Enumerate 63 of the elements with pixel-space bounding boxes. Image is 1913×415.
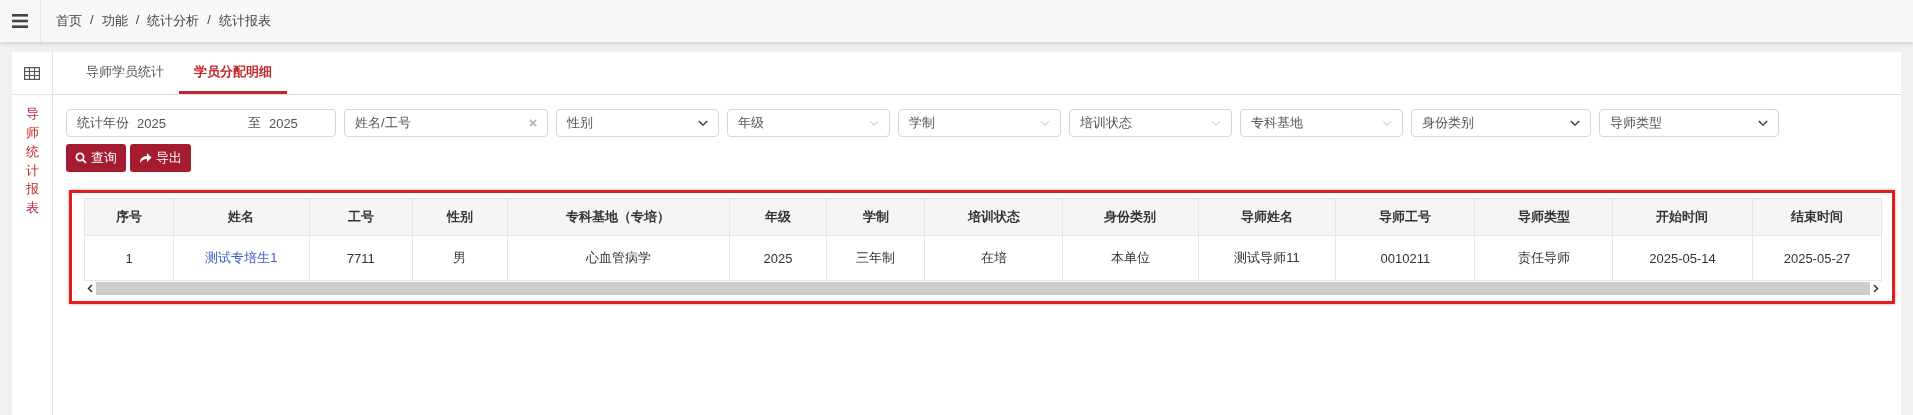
tab[interactable]: 学员分配明细 (179, 52, 287, 94)
column-header: 年级 (729, 198, 827, 236)
export-button[interactable]: 导出 (130, 144, 191, 172)
table-cell: 本单位 (1062, 235, 1199, 281)
table-cell: 0010211 (1335, 235, 1475, 281)
tab[interactable]: 导师学员统计 (71, 52, 179, 94)
column-header: 工号 (309, 198, 413, 236)
select-field[interactable]: 身份类别 (1411, 109, 1591, 137)
breadcrumb-item[interactable]: 功能 (101, 12, 128, 30)
breadcrumb-item[interactable]: 首页 (56, 12, 82, 30)
table-cell: 2025-05-27 (1752, 235, 1882, 281)
chevron-icon (1758, 119, 1768, 127)
chevron-icon (869, 119, 879, 127)
search-button[interactable]: 查询 (66, 144, 126, 172)
table-cell: 男 (412, 235, 508, 281)
scroll-left-icon[interactable] (87, 284, 93, 293)
breadcrumb-item[interactable]: 统计报表 (218, 12, 271, 30)
dropdown-field[interactable]: 培训状态 (1069, 109, 1232, 137)
table-cell: 测试导师11 (1198, 235, 1336, 281)
dropdown-field[interactable]: 年级 (727, 109, 890, 137)
chevron-icon (1382, 119, 1392, 127)
search-field[interactable]: 姓名/工号 (344, 109, 548, 137)
column-header: 培训状态 (924, 198, 1063, 236)
breadcrumb-separator: / (135, 12, 140, 29)
breadcrumb-separator: / (207, 12, 211, 29)
chevron-icon (1211, 119, 1221, 127)
horizontal-scrollbar[interactable] (96, 282, 1870, 295)
table-cell: 心血管病学 (507, 235, 730, 281)
breadcrumb-separator: / (90, 12, 94, 29)
search-icon (75, 152, 87, 164)
sidebar-title: 导师统计报表 (25, 105, 39, 218)
scroll-right-icon[interactable] (1873, 284, 1879, 293)
breadcrumb-item[interactable]: 统计分析 (147, 12, 200, 30)
column-header: 序号 (84, 198, 174, 236)
table-icon[interactable] (24, 66, 40, 80)
chevron-icon (1570, 119, 1580, 127)
column-header: 导师类型 (1474, 198, 1613, 236)
table-cell: 2025 (729, 235, 827, 281)
column-header: 开始时间 (1612, 198, 1753, 236)
column-header: 导师工号 (1335, 198, 1475, 236)
table-cell: 三年制 (826, 235, 925, 281)
chevron-icon (698, 119, 708, 127)
year-range-field[interactable]: 统计年份 2025 至 2025 (66, 109, 336, 137)
select-field[interactable]: 性别 (556, 109, 719, 137)
column-header: 学制 (826, 198, 925, 236)
column-header: 导师姓名 (1198, 198, 1336, 236)
student-name-link[interactable]: 测试专培生1 (205, 250, 278, 265)
table-cell: 7711 (309, 235, 413, 281)
dropdown-field[interactable]: 学制 (898, 109, 1061, 137)
column-header: 结束时间 (1752, 198, 1882, 236)
column-header: 专科基地（专培） (507, 198, 730, 236)
share-arrow-icon (139, 152, 152, 164)
column-header: 性别 (412, 198, 508, 236)
column-header: 姓名 (173, 198, 310, 236)
table-cell: 责任导师 (1474, 235, 1613, 281)
column-header: 身份类别 (1062, 198, 1199, 236)
table-cell: 1 (84, 235, 174, 281)
chevron-icon (1040, 119, 1050, 127)
table-cell: 在培 (924, 235, 1063, 281)
dropdown-field[interactable]: 专科基地 (1240, 109, 1403, 137)
menu-icon[interactable] (12, 14, 28, 28)
select-field[interactable]: 导师类型 (1599, 109, 1779, 137)
table-cell: 2025-05-14 (1612, 235, 1753, 281)
